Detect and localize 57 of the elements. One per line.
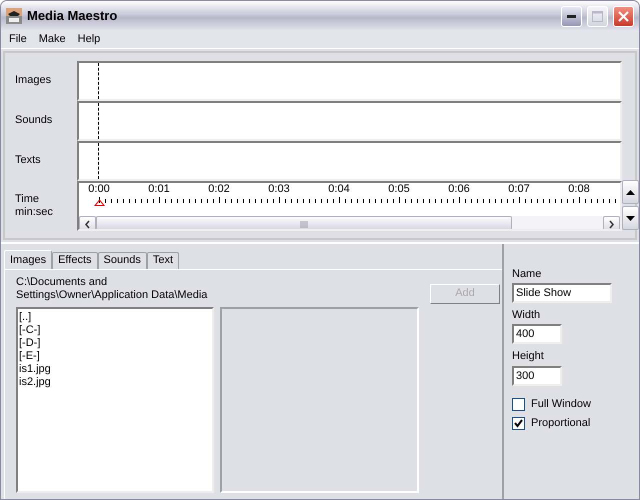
- playhead-line: [98, 143, 99, 179]
- window-title: Media Maestro: [27, 8, 118, 24]
- folder-path: C:\Documents and Settings\Owner\Application Data\Media: [16, 276, 208, 303]
- tab[interactable]: Images: [4, 250, 52, 269]
- scrollbar-thumb[interactable]: [96, 216, 512, 229]
- ruler-tick-label: 0:05: [387, 183, 411, 197]
- menu-item[interactable]: File: [3, 31, 33, 48]
- track-label: Images: [14, 73, 52, 88]
- maximize-icon: [592, 10, 603, 22]
- field-label: Width: [512, 309, 542, 322]
- file-list-item[interactable]: [..]: [19, 311, 211, 324]
- minimize-button[interactable]: [561, 6, 582, 26]
- field-label: Height: [512, 350, 545, 364]
- ruler-tick-label: 0:08: [567, 183, 591, 197]
- ruler-tick-label: 0:01: [147, 183, 171, 197]
- chevron-right-icon: [608, 220, 615, 229]
- scroll-right-button[interactable]: [603, 216, 620, 229]
- checkbox[interactable]: [512, 398, 525, 411]
- ruler-tick-label: 0:06: [447, 183, 471, 197]
- time-label: Time min:sec: [15, 192, 53, 220]
- track-label: Texts: [14, 153, 42, 168]
- chevron-left-icon: [84, 220, 91, 229]
- checkbox-label: Proportional: [531, 416, 590, 430]
- field-label: Name: [512, 268, 542, 282]
- ruler-tick-label: 0:02: [207, 183, 231, 197]
- ruler-tick-label: 0:00: [87, 183, 111, 197]
- triangle-down-icon: [626, 216, 635, 220]
- menu-item[interactable]: Help: [72, 31, 106, 48]
- text-field[interactable]: Slide Show: [512, 283, 612, 304]
- checkbox[interactable]: [512, 416, 525, 430]
- file-list-item[interactable]: [-C-]: [19, 324, 211, 337]
- file-list-item[interactable]: is1.jpg: [19, 363, 211, 376]
- close-button[interactable]: [613, 6, 634, 26]
- text-field[interactable]: 300: [512, 366, 562, 386]
- tab[interactable]: Effects: [52, 252, 98, 269]
- scroll-up-button[interactable]: [622, 180, 639, 204]
- app-icon: [6, 8, 22, 24]
- playhead-marker-icon[interactable]: [94, 199, 106, 206]
- ruler-tick-label: 0:03: [267, 183, 291, 197]
- ruler-tick-label: 0:07: [507, 183, 531, 197]
- tab[interactable]: Text: [146, 252, 180, 269]
- file-list-item[interactable]: [-E-]: [19, 350, 211, 363]
- triangle-up-icon: [626, 190, 635, 194]
- close-icon: [618, 10, 629, 22]
- file-list-item[interactable]: is2.jpg: [19, 376, 211, 389]
- scroll-down-button[interactable]: [622, 206, 639, 230]
- text-field[interactable]: 400: [512, 324, 562, 344]
- menu-item[interactable]: Make: [32, 31, 72, 48]
- minimize-icon: [567, 14, 576, 18]
- scroll-left-button[interactable]: [79, 216, 96, 229]
- track-label: Sounds: [14, 113, 54, 128]
- playhead-line: [98, 103, 99, 139]
- checkbox-label: Full Window: [531, 398, 591, 411]
- ruler-tick-label: 0:04: [327, 183, 351, 197]
- tab[interactable]: Sounds: [98, 252, 147, 269]
- playhead-line: [98, 63, 99, 99]
- file-list-item[interactable]: [-D-]: [19, 337, 211, 350]
